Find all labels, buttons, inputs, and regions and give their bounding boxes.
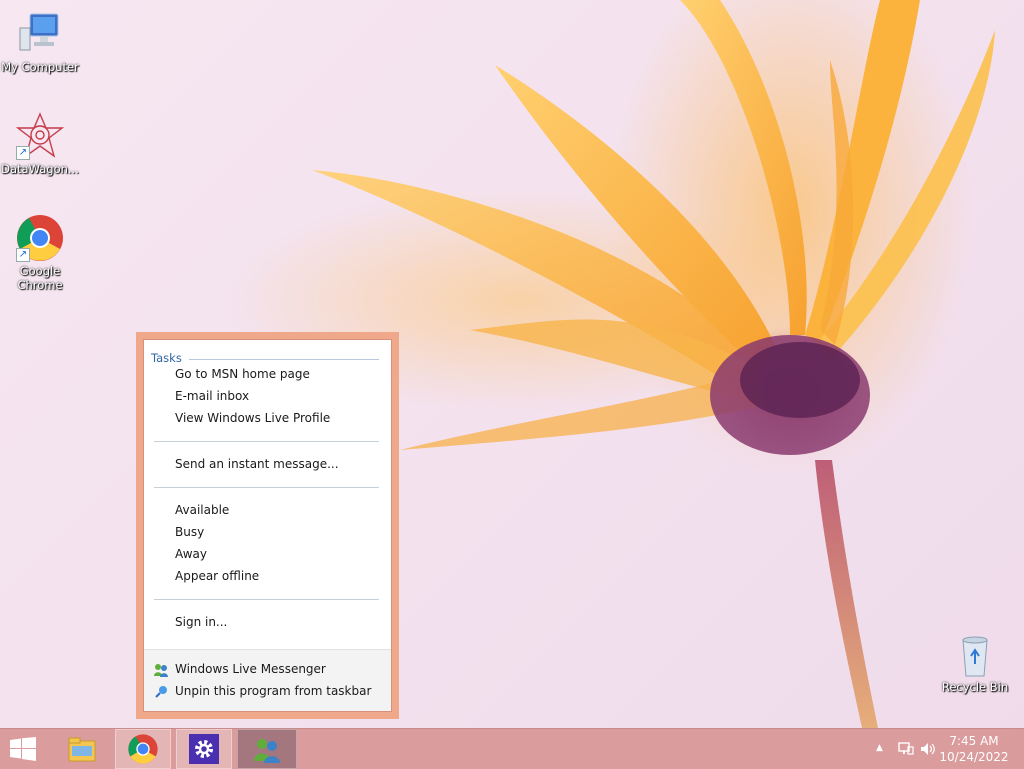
- windows-logo-icon: [10, 737, 36, 761]
- shortcut-arrow-icon: ↗: [16, 146, 30, 160]
- separator: [154, 599, 379, 600]
- separator: [154, 441, 379, 442]
- shortcut-arrow-icon: ↗: [16, 248, 30, 262]
- header-divider: [189, 359, 379, 360]
- desktop-icon-my-computer[interactable]: My Computer: [0, 10, 80, 74]
- clock-date: 10/24/2022: [939, 750, 1009, 764]
- jump-item-windows-live-messenger[interactable]: Windows Live Messenger: [175, 659, 326, 679]
- unpin-icon: [153, 684, 169, 700]
- system-tray: ▲: [874, 729, 935, 769]
- chrome-icon: ↗: [16, 214, 64, 262]
- jump-item-send-im[interactable]: Send an instant message...: [175, 454, 339, 474]
- jump-item-email-inbox[interactable]: E-mail inbox: [175, 386, 249, 406]
- taskbar: ▲ 7:45 AM 10/24/2022: [0, 728, 1024, 769]
- jump-list-panel: Tasks Go to MSN home page E-mail inbox V…: [144, 340, 391, 711]
- chevron-up-icon[interactable]: ▲: [876, 743, 883, 753]
- taskbar-messenger[interactable]: [237, 729, 297, 769]
- tasks-heading: Tasks: [151, 351, 182, 365]
- jump-item-unpin[interactable]: Unpin this program from taskbar: [175, 681, 371, 701]
- recycle-bin-icon: [951, 630, 999, 678]
- datawagon-icon: ↗: [15, 112, 65, 160]
- clock[interactable]: 7:45 AM 10/24/2022: [934, 733, 1014, 765]
- taskbar-file-explorer[interactable]: [54, 729, 110, 769]
- jump-item-away[interactable]: Away: [175, 544, 207, 564]
- jump-item-busy[interactable]: Busy: [175, 522, 204, 542]
- messenger-icon: [153, 662, 169, 678]
- jump-item-available[interactable]: Available: [175, 500, 229, 520]
- desktop-icon-label: Google Chrome: [17, 264, 63, 292]
- my-computer-icon: [16, 10, 64, 58]
- desktop-icon-datawagon[interactable]: ↗ DataWagon...: [0, 112, 80, 176]
- file-explorer-icon: [66, 733, 98, 765]
- desktop-icon-chrome[interactable]: ↗ Google Chrome: [0, 214, 80, 292]
- jump-list-header: Tasks: [151, 351, 379, 365]
- jump-item-live-profile[interactable]: View Windows Live Profile: [175, 408, 330, 428]
- jump-list-footer: Windows Live Messenger Unpin this progra…: [144, 649, 391, 711]
- desktop-icon-label: DataWagon...: [1, 162, 79, 176]
- start-button[interactable]: [0, 729, 48, 769]
- clock-time: 7:45 AM: [949, 734, 999, 748]
- jump-item-msn-home[interactable]: Go to MSN home page: [175, 364, 310, 384]
- network-icon[interactable]: [898, 741, 914, 760]
- jump-item-sign-in[interactable]: Sign in...: [175, 612, 227, 632]
- taskbar-chrome[interactable]: [115, 729, 171, 769]
- taskbar-settings[interactable]: [176, 729, 232, 769]
- settings-gear-icon: [188, 733, 220, 765]
- desktop-icon-recycle-bin[interactable]: Recycle Bin: [935, 630, 1015, 694]
- desktop-icon-label: Recycle Bin: [941, 680, 1009, 694]
- chrome-icon: [127, 733, 159, 765]
- separator: [154, 487, 379, 488]
- jump-list: Tasks Go to MSN home page E-mail inbox V…: [136, 332, 399, 719]
- jump-item-appear-offline[interactable]: Appear offline: [175, 566, 259, 586]
- messenger-icon: [251, 733, 283, 765]
- desktop-icon-label: My Computer: [1, 60, 79, 74]
